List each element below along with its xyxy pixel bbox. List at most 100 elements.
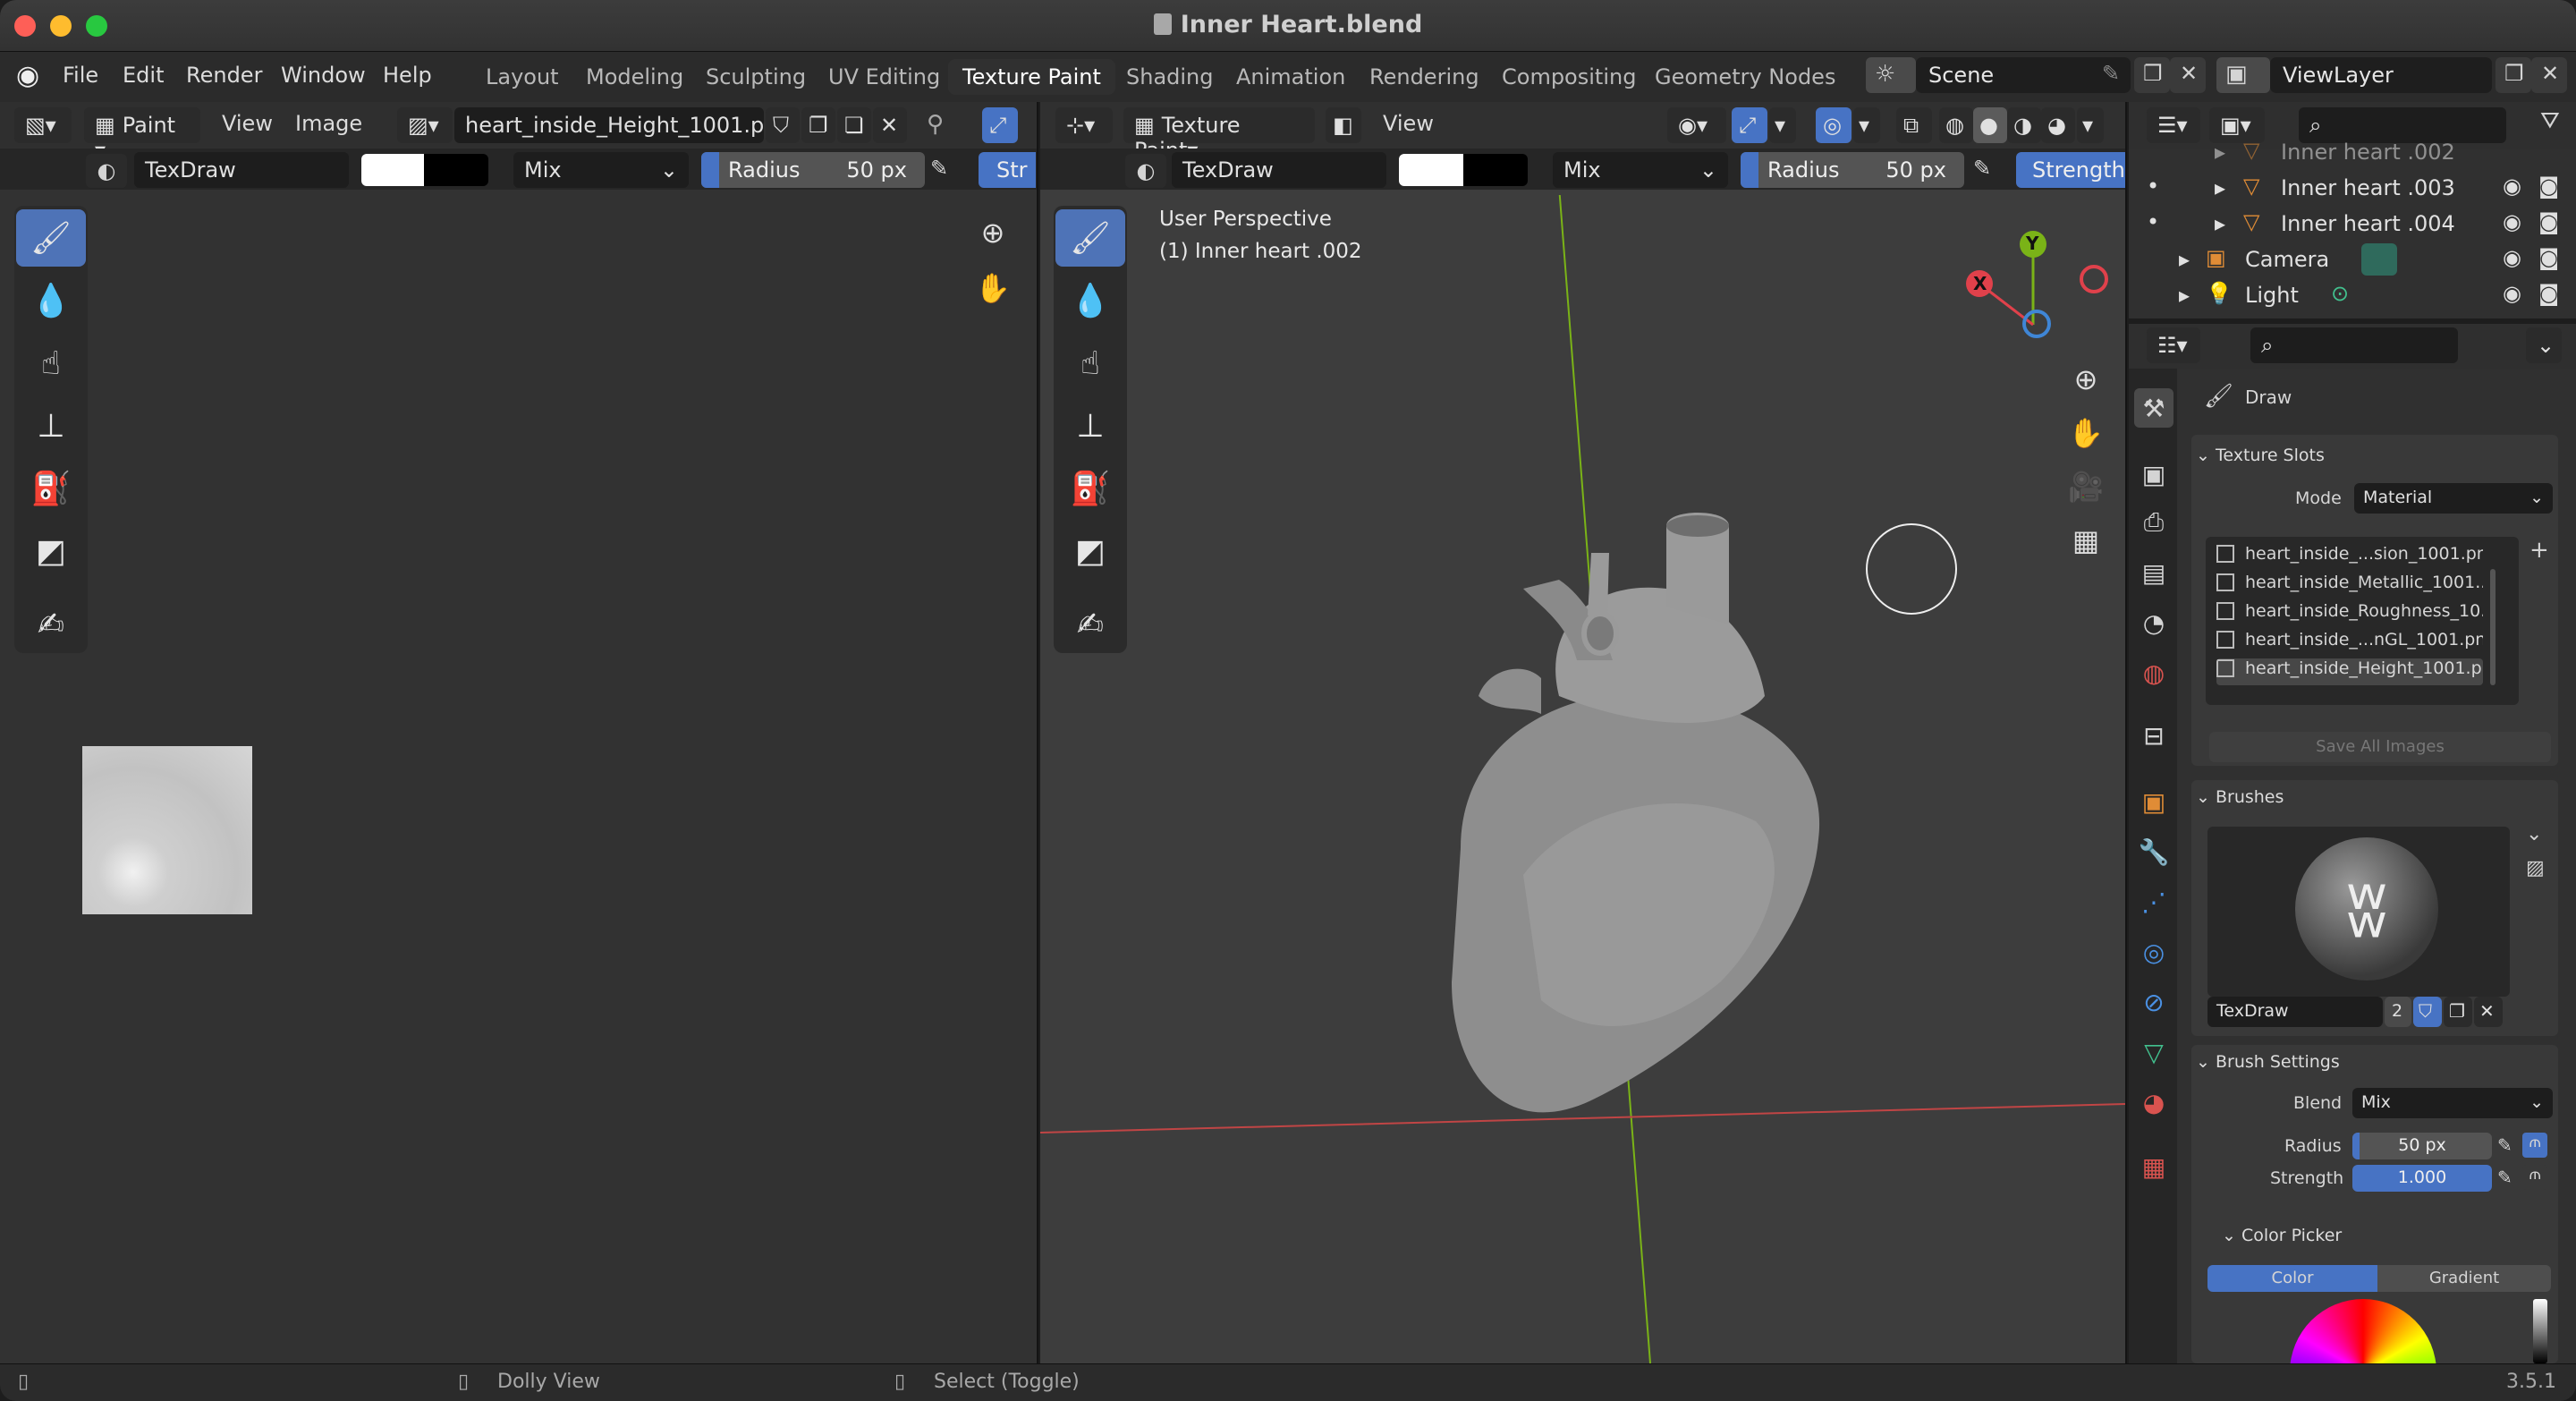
camera-render-icon[interactable]: ◙: [2538, 174, 2559, 199]
output-tab[interactable]: ⎙: [2134, 503, 2174, 542]
tab-texture-paint[interactable]: Texture Paint: [948, 59, 1115, 95]
viewport-brush-name-field[interactable]: TexDraw: [1172, 152, 1386, 188]
gizmo-dropdown[interactable]: ▾: [1769, 107, 1796, 143]
editor-type-selector[interactable]: ▧▾: [14, 107, 72, 143]
list-scrollbar[interactable]: [2490, 569, 2496, 685]
unlink-image-button[interactable]: ✕: [873, 107, 907, 143]
brush-radius-slider[interactable]: 50 px: [2352, 1133, 2492, 1159]
save-all-images-button[interactable]: Save All Images: [2209, 732, 2551, 762]
render-tab[interactable]: ▣: [2134, 454, 2174, 494]
brush-browse-dropdown[interactable]: ⌄: [2526, 823, 2542, 845]
color-tab[interactable]: Color: [2207, 1265, 2377, 1292]
annotate-tool-button[interactable]: ✍: [16, 596, 86, 653]
brush-image-icon[interactable]: ▨: [2526, 857, 2545, 879]
brush-copy-button[interactable]: ❐: [2444, 997, 2472, 1027]
tool-tab[interactable]: ⚒: [2134, 388, 2174, 428]
smear-tool-button[interactable]: ☝: [16, 335, 86, 392]
filter-icon[interactable]: ⛛: [2540, 107, 2560, 135]
overlays-dropdown[interactable]: ▾: [1853, 107, 1880, 143]
view-layer-selector-button[interactable]: ▣: [2216, 57, 2270, 93]
brush-preview-icon[interactable]: ◐: [86, 154, 127, 188]
shading-solid-button[interactable]: ●: [1973, 107, 2007, 143]
eye-icon[interactable]: ◉: [2503, 281, 2521, 306]
radius-pressure-icon[interactable]: ✎: [2497, 1134, 2512, 1156]
modifiers-tab[interactable]: 🔧: [2134, 832, 2174, 871]
properties-editor-type[interactable]: ☷▾: [2147, 327, 2200, 363]
radius-unit-icon[interactable]: ⫙: [2522, 1133, 2547, 1158]
tab-geometry-nodes[interactable]: Geometry Nodes: [1655, 64, 1835, 89]
perspective-toggle-icon[interactable]: ▦: [2063, 517, 2109, 564]
texture-slot-item[interactable]: heart_inside_Roughness_10...: [2216, 601, 2483, 628]
brush-preview[interactable]: ʬ: [2207, 827, 2510, 997]
texture-mode-dropdown[interactable]: Material ⌄: [2354, 483, 2553, 514]
brush-fake-user-button[interactable]: ⛉: [2413, 997, 2442, 1027]
new-scene-button[interactable]: ❐: [2134, 57, 2170, 93]
outliner-row[interactable]: ▸ ▣ Camera ◉ ◙: [2129, 243, 2576, 279]
camera-view-icon[interactable]: 🎥: [2063, 463, 2109, 510]
properties-options-dropdown[interactable]: ⌄: [2526, 327, 2562, 363]
add-slot-button[interactable]: +: [2529, 537, 2549, 564]
pin-icon[interactable]: ⚲: [927, 111, 944, 138]
clone-tool-button[interactable]: ⊥: [16, 397, 86, 454]
viewport-strength-slider[interactable]: Strength: [2016, 152, 2125, 188]
area-divider[interactable]: [1037, 102, 1038, 1363]
paint-mask-toggle[interactable]: ◧: [1326, 107, 1361, 143]
tab-modeling[interactable]: Modeling: [586, 64, 683, 89]
open-image-button[interactable]: ❏: [837, 107, 871, 143]
texture-slot-item-active[interactable]: heart_inside_Height_1001.p...: [2216, 658, 2483, 685]
tab-uv-editing[interactable]: UV Editing: [828, 64, 940, 89]
tab-compositing[interactable]: Compositing: [1502, 64, 1636, 89]
tab-layout[interactable]: Layout: [486, 64, 559, 89]
camera-render-icon[interactable]: ◙: [2538, 245, 2559, 270]
pin-icon[interactable]: ✎: [2102, 61, 2120, 86]
radius-slider[interactable]: Radius 50 px: [701, 152, 925, 188]
scene-name-field[interactable]: Scene ✎: [1916, 57, 2131, 93]
gradient-tab[interactable]: Gradient: [2377, 1265, 2551, 1292]
image-editor[interactable]: [0, 102, 1037, 1363]
texture-slot-item[interactable]: heart_inside_...nGL_1001.png: [2216, 630, 2483, 657]
viewport-menu-view[interactable]: View: [1383, 111, 1434, 136]
outliner-row[interactable]: • ▸ ▽ Inner heart .004 ◉ ◙: [2129, 208, 2576, 243]
overlays-toggle[interactable]: ◎: [1816, 107, 1852, 143]
image-name-field[interactable]: heart_inside_Height_1001.png: [454, 107, 792, 143]
primary-color-swatch[interactable]: [361, 154, 424, 186]
shading-dropdown[interactable]: ▾: [2077, 107, 2104, 143]
pressure-radius-icon[interactable]: ✎: [930, 156, 948, 181]
gizmo-toggle[interactable]: ⤢: [1732, 107, 1767, 143]
blend-mode-dropdown[interactable]: Mix ⌄: [513, 152, 689, 188]
mask-tool-button[interactable]: ◩: [16, 522, 86, 580]
scene-selector-button[interactable]: ☼: [1866, 57, 1916, 93]
shading-material-button[interactable]: ◑: [2007, 107, 2041, 143]
eye-icon[interactable]: ◉: [2503, 174, 2521, 199]
delete-scene-button[interactable]: ✕: [2170, 57, 2206, 93]
texture-slot-item[interactable]: heart_inside_...sion_1001.png: [2216, 544, 2483, 571]
strength-pressure-icon[interactable]: ✎: [2497, 1167, 2512, 1188]
viewport-zoom-icon[interactable]: ⊕: [2063, 356, 2109, 403]
tab-rendering[interactable]: Rendering: [1369, 64, 1479, 89]
outliner-row[interactable]: • ▸ ▽ Inner heart .003 ◉ ◙: [2129, 172, 2576, 208]
fake-user-button[interactable]: ⛉: [766, 107, 800, 143]
texture-slot-item[interactable]: heart_inside_Metallic_1001....: [2216, 573, 2483, 599]
area-divider[interactable]: [2125, 102, 2127, 1363]
texture-paint-mode-dropdown[interactable]: ▦Texture Paint▾: [1123, 107, 1315, 163]
viewport-secondary-color-swatch[interactable]: [1463, 154, 1528, 186]
tab-sculpting[interactable]: Sculpting: [706, 64, 806, 89]
outliner-row[interactable]: ▸ ▽ Inner heart .002: [2129, 136, 2576, 172]
camera-render-icon[interactable]: ◙: [2538, 209, 2559, 234]
brush-preview-icon[interactable]: ◐: [1125, 154, 1166, 188]
brush-strength-slider[interactable]: 1.000: [2352, 1165, 2492, 1192]
color-picker-header[interactable]: ⌄ Color Picker: [2222, 1226, 2342, 1245]
viewport-radius-slider[interactable]: Radius 50 px: [1741, 152, 1964, 188]
viewport-primary-color-swatch[interactable]: [1399, 154, 1463, 186]
value-slider[interactable]: [2533, 1299, 2547, 1363]
view-layer-tab[interactable]: ▤: [2134, 553, 2174, 592]
shading-rendered-button[interactable]: ◕: [2041, 107, 2075, 143]
paint-mode-dropdown[interactable]: ▦Paint ▾: [84, 107, 200, 163]
viewport-editor-type-selector[interactable]: ⊹▾: [1055, 107, 1113, 143]
texture-slots-header[interactable]: ⌄ Texture Slots: [2196, 446, 2325, 465]
tab-animation[interactable]: Animation: [1236, 64, 1345, 89]
object-tab[interactable]: ▣: [2134, 782, 2174, 821]
secondary-color-swatch[interactable]: [424, 154, 488, 186]
camera-render-icon[interactable]: ◙: [2538, 281, 2559, 306]
menu-edit[interactable]: Edit: [123, 63, 164, 88]
